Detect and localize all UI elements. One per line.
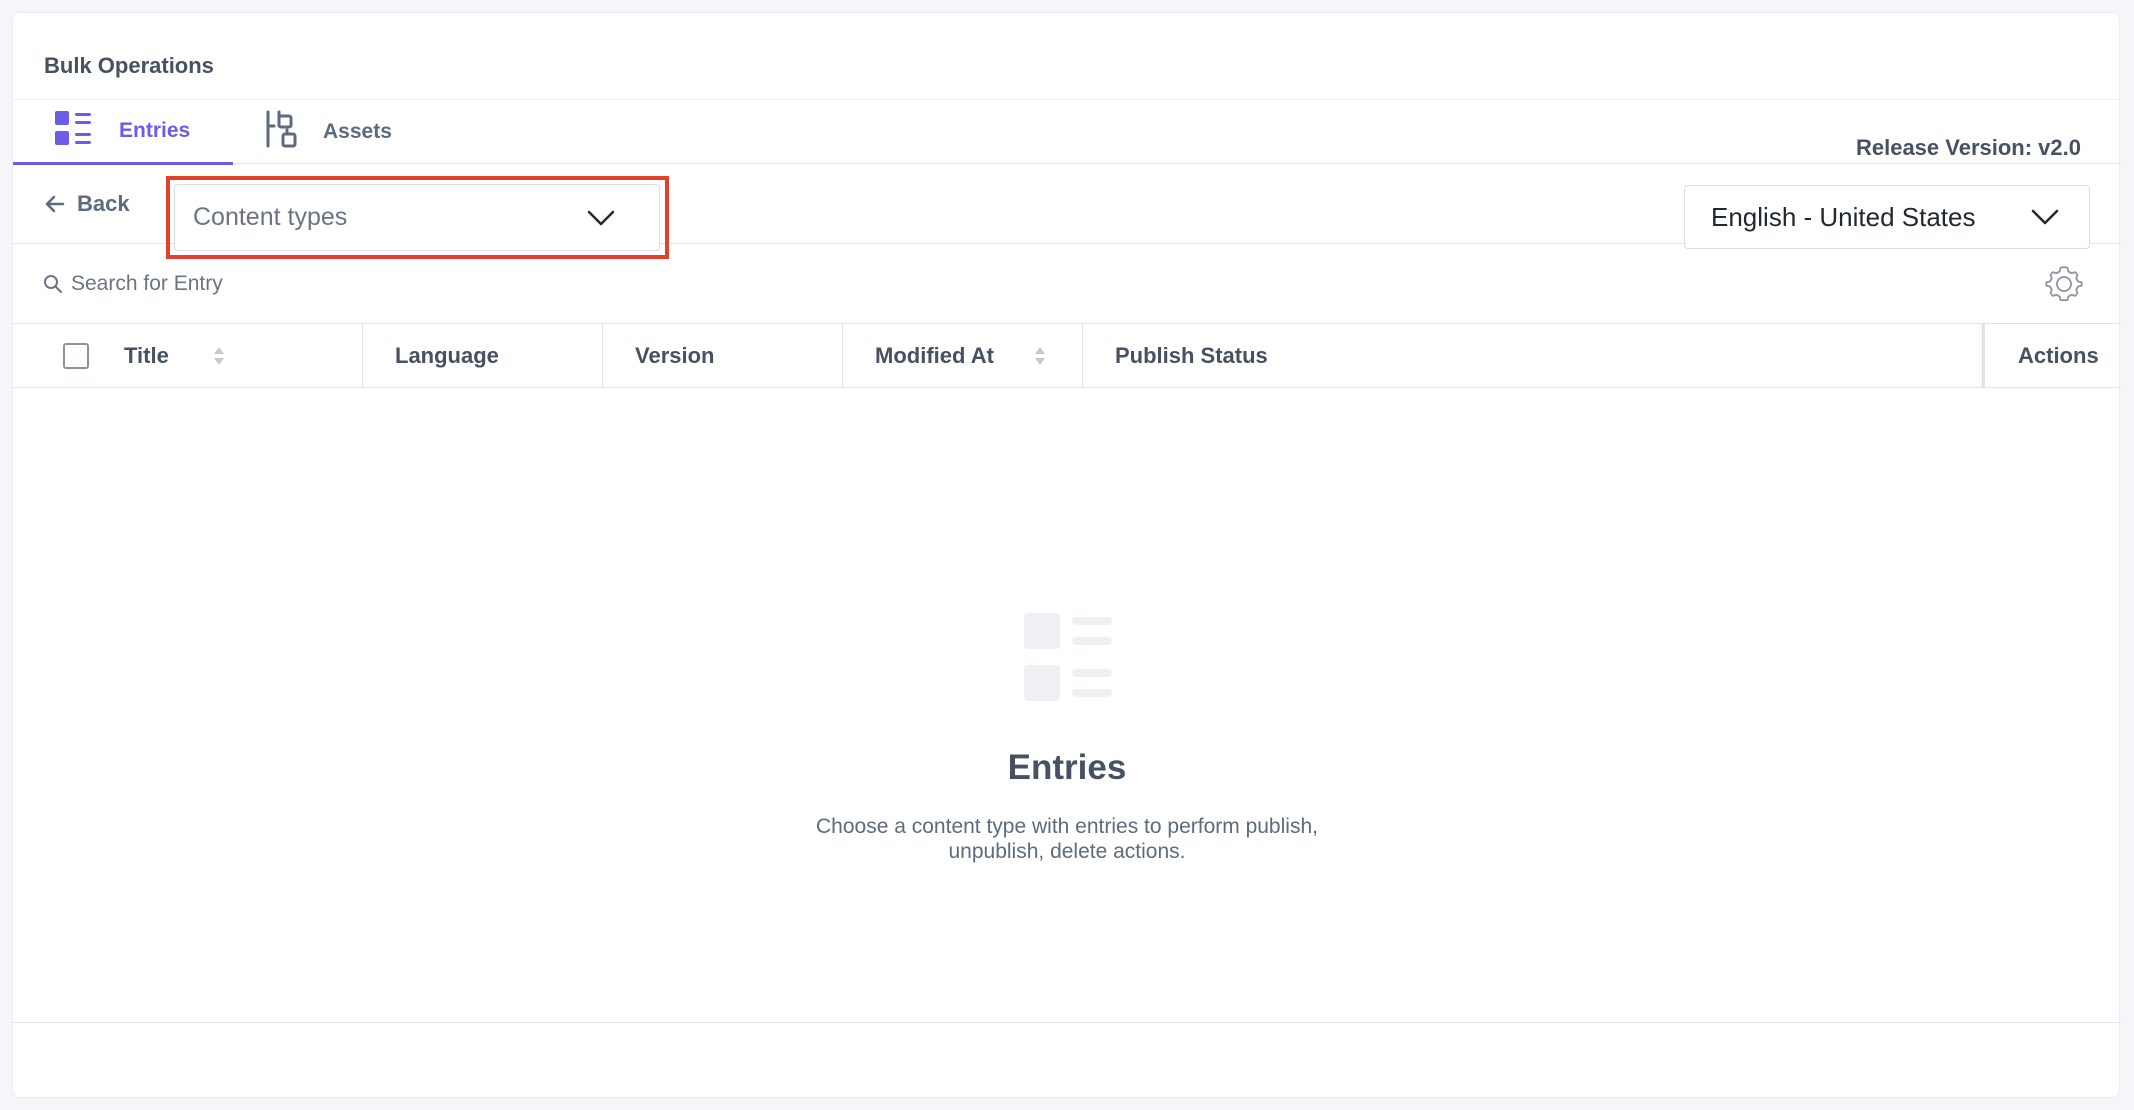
search-input[interactable] xyxy=(71,266,971,302)
empty-state: Entries Choose a content type with entri… xyxy=(13,388,2121,1023)
content-types-select-value: Content types xyxy=(193,203,348,231)
column-language-label: Language xyxy=(395,343,499,368)
chevron-down-icon xyxy=(587,210,615,225)
back-button-label: Back xyxy=(77,191,130,216)
tab-bar: Entries Assets xyxy=(13,99,2121,165)
empty-state-description: Choose a content type with entries to pe… xyxy=(767,814,1367,864)
sort-icon[interactable] xyxy=(1034,345,1046,367)
list-icon xyxy=(55,110,91,152)
table-header: Title Language Version Modified At Publi… xyxy=(13,324,2121,388)
empty-state-title: Entries xyxy=(1007,748,1127,787)
column-header-modified-at: Modified At xyxy=(843,324,1083,388)
column-version-label: Version xyxy=(635,343,715,368)
empty-state-description-line: unpublish, delete actions. xyxy=(948,840,1186,863)
search-bar xyxy=(13,244,2121,324)
column-header-title: Title xyxy=(13,324,363,388)
toolbar: Back Content types English - United Stat… xyxy=(13,164,2121,259)
back-button[interactable]: Back xyxy=(45,191,130,217)
assets-icon xyxy=(265,110,297,155)
tab-entries[interactable]: Entries xyxy=(13,100,233,165)
entries-placeholder-icon xyxy=(1024,613,1112,701)
column-header-version: Version xyxy=(603,324,843,388)
tab-assets-label: Assets xyxy=(323,120,392,143)
sort-icon[interactable] xyxy=(213,345,225,367)
empty-state-description-line: Choose a content type with entries to pe… xyxy=(816,815,1318,838)
search-icon xyxy=(44,275,62,293)
language-select-value: English - United States xyxy=(1711,201,1976,232)
chevron-down-icon xyxy=(2031,209,2059,225)
bulk-operations-panel: Bulk Operations Entries Assets Release V… xyxy=(12,12,2121,1098)
tab-entries-label: Entries xyxy=(119,119,191,142)
column-modified-at-label: Modified At xyxy=(875,343,994,368)
release-version: Release Version: v2.0 xyxy=(1855,135,2081,160)
gear-icon[interactable] xyxy=(2045,264,2083,302)
tab-assets[interactable]: Assets xyxy=(265,100,435,164)
content-types-select[interactable]: Content types xyxy=(174,184,660,251)
column-publish-status-label: Publish Status xyxy=(1115,343,1268,368)
select-all-checkbox[interactable] xyxy=(63,343,89,369)
column-actions-label: Actions xyxy=(2018,343,2099,368)
arrow-left-icon xyxy=(45,195,65,213)
column-header-publish-status: Publish Status xyxy=(1083,324,1983,388)
language-select[interactable]: English - United States xyxy=(1684,185,2090,249)
column-title-label: Title xyxy=(124,343,169,368)
column-header-language: Language xyxy=(363,324,603,388)
column-header-actions: Actions xyxy=(1983,324,2121,388)
page-title: Bulk Operations xyxy=(44,53,214,78)
